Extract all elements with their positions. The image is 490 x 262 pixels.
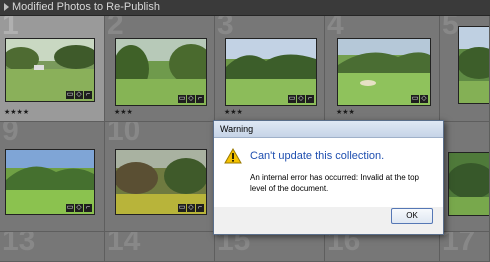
- crop-icon: ⌐: [196, 95, 204, 103]
- photo-thumbnail[interactable]: ▭ ◇ ⌐: [225, 38, 317, 106]
- cell-index: 5: [442, 16, 459, 41]
- grid-cell[interactable]: 14: [105, 232, 215, 262]
- cell-index: 13: [2, 232, 36, 257]
- dialog-message: An internal error has occurred: Invalid …: [250, 173, 419, 193]
- cell-index: 17: [442, 232, 476, 257]
- grid-cell[interactable]: 17: [440, 232, 490, 262]
- collection-icon: ▭: [178, 204, 186, 212]
- cell-index: 1: [2, 16, 19, 41]
- cell-index: 14: [107, 232, 141, 257]
- ok-button[interactable]: OK: [391, 208, 433, 224]
- dialog-heading: Can't update this collection.: [250, 150, 385, 162]
- thumbnail-badges: ▭ ◇ ⌐: [66, 204, 92, 212]
- cell-index: 2: [107, 16, 124, 41]
- photo-thumbnail[interactable]: ▭ ◇ ⌐: [115, 149, 207, 215]
- edit-icon: ◇: [420, 95, 428, 103]
- edit-icon: ◇: [75, 91, 83, 99]
- grid-cell[interactable]: 10 ▭ ◇ ⌐: [105, 122, 215, 232]
- crop-icon: ⌐: [306, 95, 314, 103]
- dialog-title: Warning: [214, 121, 443, 138]
- cell-index: 10: [107, 122, 141, 147]
- collection-icon: ▭: [178, 95, 186, 103]
- crop-icon: ⌐: [196, 204, 204, 212]
- grid-cell[interactable]: 4 ▭ ◇ ★★★: [325, 16, 440, 122]
- grid-cell[interactable]: 13: [0, 232, 105, 262]
- grid-cell[interactable]: 3 ▭ ◇ ⌐ ★★★: [215, 16, 325, 122]
- photo-thumbnail[interactable]: ▭ ◇ ⌐: [5, 38, 95, 102]
- panel-title-bar: Modified Photos to Re-Publish: [0, 0, 490, 16]
- star-rating[interactable]: ★★★: [336, 108, 355, 116]
- edit-icon: ◇: [75, 204, 83, 212]
- photo-thumbnail[interactable]: ▭ ◇ ⌐: [115, 38, 207, 106]
- crop-icon: ⌐: [84, 204, 92, 212]
- cell-index: 16: [327, 232, 361, 257]
- edit-icon: ◇: [297, 95, 305, 103]
- grid-cell[interactable]: 2 ▭ ◇ ⌐ ★★★: [105, 16, 215, 122]
- edit-icon: ◇: [187, 95, 195, 103]
- grid-cell[interactable]: 1 ▭ ◇ ⌐ ★★★★: [0, 16, 105, 122]
- grid-cell[interactable]: 16: [325, 232, 440, 262]
- crop-icon: ⌐: [84, 91, 92, 99]
- collection-icon: ▭: [66, 204, 74, 212]
- star-rating[interactable]: ★★★★: [4, 108, 29, 116]
- collection-icon: ▭: [288, 95, 296, 103]
- thumbnail-badges: ▭ ◇ ⌐: [178, 204, 204, 212]
- cell-index: 9: [2, 122, 19, 147]
- warning-dialog: Warning Can't update this collection. An…: [213, 120, 444, 235]
- dialog-body: Can't update this collection. An interna…: [214, 138, 443, 207]
- thumbnail-badges: ▭ ◇ ⌐: [66, 91, 92, 99]
- grid-cell[interactable]: [440, 122, 490, 232]
- collapse-triangle-icon[interactable]: [4, 3, 9, 12]
- thumbnail-badges: ▭ ◇ ⌐: [288, 95, 314, 103]
- cell-index: 3: [217, 16, 234, 41]
- thumbnail-badges: ▭ ◇ ⌐: [178, 95, 204, 103]
- grid-cell[interactable]: 15: [215, 232, 325, 262]
- collection-icon: ▭: [411, 95, 419, 103]
- star-rating[interactable]: ★★★: [114, 108, 133, 116]
- photo-thumbnail[interactable]: [458, 26, 489, 104]
- edit-icon: ◇: [187, 204, 195, 212]
- collection-icon: ▭: [66, 91, 74, 99]
- warning-icon: [224, 148, 242, 164]
- photo-thumbnail[interactable]: ▭ ◇ ⌐: [5, 149, 95, 215]
- thumbnail-badges: ▭ ◇: [411, 95, 428, 103]
- photo-thumbnail[interactable]: ▭ ◇: [337, 38, 431, 106]
- star-rating[interactable]: ★★★: [224, 108, 243, 116]
- grid-cell[interactable]: 9 ▭ ◇ ⌐: [0, 122, 105, 232]
- photo-thumbnail[interactable]: [448, 152, 489, 216]
- grid-cell[interactable]: 5: [440, 16, 490, 122]
- cell-index: 4: [327, 16, 344, 41]
- cell-index: 15: [217, 232, 251, 257]
- panel-title: Modified Photos to Re-Publish: [12, 1, 160, 13]
